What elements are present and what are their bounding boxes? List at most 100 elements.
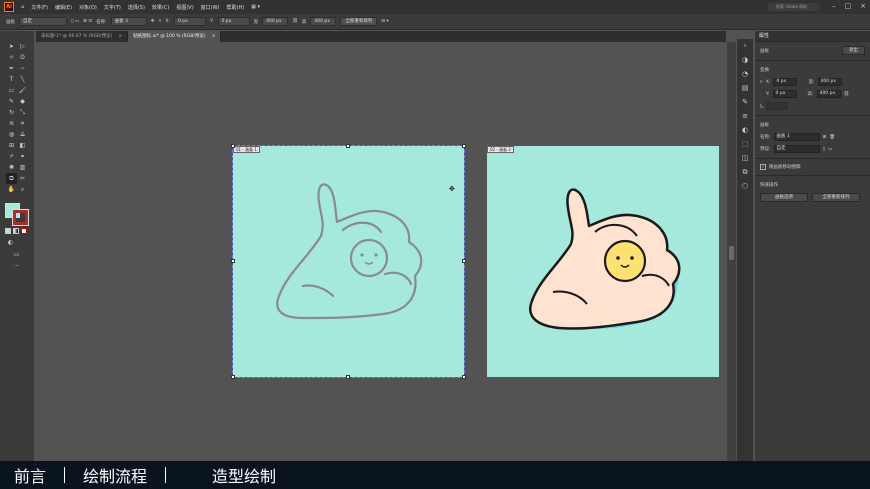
rectangle-tool-icon[interactable]: ▭	[6, 85, 17, 96]
props-preset-select[interactable]: 自定	[773, 145, 820, 153]
artboard-options-button[interactable]: 画板选项	[760, 193, 808, 202]
artboard-1[interactable]: 01 - 画板 1	[231, 144, 466, 379]
orientation-icon[interactable]: ▯ ▭	[71, 19, 79, 24]
menu-edit[interactable]: 编辑(E)	[55, 4, 72, 11]
rearrange-all-props-button[interactable]: 全部重新排列	[812, 193, 860, 202]
selection-handle[interactable]	[346, 375, 350, 379]
control-x-input[interactable]: 0 px	[173, 17, 206, 26]
menu-object[interactable]: 对象(O)	[79, 4, 97, 11]
rotate-tool-icon[interactable]: ↻	[6, 107, 17, 118]
rearrange-all-button[interactable]: 全部重新排列	[340, 17, 378, 26]
swatches-panel-icon[interactable]: ▤	[737, 81, 753, 95]
rotate-angle-icon[interactable]: ◺	[760, 104, 763, 109]
hand-tool-icon[interactable]: ✋	[6, 184, 17, 195]
chapter-drawing-process[interactable]: 绘制流程	[83, 463, 147, 487]
selection-handle[interactable]	[346, 144, 350, 148]
type-tool-icon[interactable]: T	[6, 74, 17, 85]
move-with-artboard-checkbox[interactable]: ✓	[760, 164, 766, 170]
color-panel-icon[interactable]: ◑	[737, 53, 753, 67]
stroke-panel-icon[interactable]: ≡	[737, 109, 753, 123]
artboard-1-label[interactable]: 01 - 画板 1	[233, 146, 260, 153]
constrain-proportions-icon[interactable]: ⛓	[844, 92, 850, 97]
menu-type[interactable]: 文字(T)	[104, 4, 121, 11]
control-w-input[interactable]: 400 px	[262, 17, 289, 26]
landscape-icon[interactable]: ▭	[828, 147, 832, 152]
fill-stroke-swatch[interactable]	[5, 203, 29, 226]
tab-document-2[interactable]: 贴纸图标.ai* @ 100 % (RGB/预览) ×	[128, 31, 222, 42]
help-search-input[interactable]: 搜索 Adobe 帮助	[768, 3, 820, 11]
menu-help[interactable]: 帮助(H)	[227, 4, 245, 11]
close-tab-icon[interactable]: ×	[118, 34, 122, 39]
selection-handle[interactable]	[231, 144, 235, 148]
artboard-tool-icon[interactable]: ⧉	[6, 173, 17, 184]
slice-tool-icon[interactable]: ✂	[17, 173, 28, 184]
menu-file[interactable]: 文件(F)	[31, 4, 48, 11]
menu-select[interactable]: 选择(S)	[128, 4, 145, 11]
shaper-tool-icon[interactable]: ✎	[6, 96, 17, 107]
magic-wand-tool-icon[interactable]: ✧	[6, 52, 17, 63]
draw-mode-icon[interactable]: ◐	[5, 237, 16, 248]
vertical-scrollbar[interactable]	[727, 42, 736, 461]
menu-view[interactable]: 视图(V)	[176, 4, 193, 11]
canvas-area[interactable]: 01 - 画板 1 ✥ 02 - 画板 2	[36, 42, 726, 461]
maximize-icon[interactable]: □	[845, 2, 852, 10]
stroke-swatch[interactable]	[12, 209, 29, 226]
collapse-icon[interactable]: «	[737, 39, 753, 53]
color-guide-icon[interactable]: ◔	[737, 67, 753, 81]
preset-select[interactable]: 自定	[19, 17, 67, 26]
color-mode-icon[interactable]	[5, 228, 11, 234]
control-y-input[interactable]: 0 px	[217, 17, 250, 26]
menu-window[interactable]: 窗口(W)	[201, 4, 220, 11]
warp-tool-icon[interactable]: ≋	[6, 118, 17, 129]
direct-selection-tool-icon[interactable]: ▷	[17, 41, 28, 52]
links-panel-icon[interactable]: ⧉	[737, 165, 753, 179]
gradient-mode-icon[interactable]	[13, 228, 19, 234]
artboard-name-input[interactable]: 画板 3	[110, 17, 147, 26]
tab-document-1[interactable]: 未标题-1* @ 66.67 % (RGB/预览) ×	[36, 31, 129, 42]
selection-handle[interactable]	[231, 375, 235, 379]
menu-effect[interactable]: 效果(C)	[152, 4, 169, 11]
shape-builder-tool-icon[interactable]: ◍	[6, 129, 17, 140]
symbol-sprayer-tool-icon[interactable]: ✺	[6, 162, 17, 173]
selection-tool-icon[interactable]: ➤	[6, 41, 17, 52]
chapter-intro[interactable]: 前言	[14, 463, 46, 487]
new-artboard-icon[interactable]: ⊞	[823, 135, 827, 140]
props-x-input[interactable]: 0 px	[773, 78, 798, 86]
pen-tool-icon[interactable]: ✒	[6, 63, 17, 74]
appearance-panel-icon[interactable]: ⬚	[737, 137, 753, 151]
reference-point-icon[interactable]: ⁞⁞	[158, 19, 161, 24]
curvature-tool-icon[interactable]: ∽	[17, 63, 28, 74]
free-transform-tool-icon[interactable]: ⌗	[17, 118, 28, 129]
none-mode-icon[interactable]	[21, 228, 27, 234]
props-w-input[interactable]: 400 px	[817, 78, 842, 86]
screen-mode-icon[interactable]: ▭	[11, 249, 22, 260]
move-artwork-icon[interactable]: ✥	[151, 19, 155, 24]
new-artboard-icon[interactable]: ⊞ ⊡	[83, 19, 92, 24]
gradient-panel-icon[interactable]: ◐	[737, 123, 753, 137]
artboard-2[interactable]: 02 - 画板 2	[487, 146, 719, 377]
eraser-tool-icon[interactable]: ◆	[17, 96, 28, 107]
link-icon[interactable]: ⛓	[292, 19, 298, 24]
minimize-icon[interactable]: –	[832, 2, 836, 10]
props-artboard-name-input[interactable]: 画板 1	[773, 133, 820, 141]
props-angle-input[interactable]	[766, 102, 789, 110]
more-tools-icon[interactable]: ···	[11, 261, 22, 272]
close-icon[interactable]: ×	[860, 2, 866, 10]
selection-handle[interactable]	[462, 144, 466, 148]
properties-tab[interactable]: 属性	[755, 31, 870, 42]
artboard-2-label[interactable]: 02 - 画板 2	[487, 146, 514, 153]
selection-handle[interactable]	[462, 375, 466, 379]
close-tab-icon[interactable]: ×	[212, 34, 216, 39]
props-h-input[interactable]: 400 px	[816, 90, 841, 98]
props-y-input[interactable]: 0 px	[772, 90, 797, 98]
brushes-panel-icon[interactable]: ✎	[737, 95, 753, 109]
selection-handle[interactable]	[231, 259, 235, 263]
scale-tool-icon[interactable]: ⤡	[17, 107, 28, 118]
reference-point-icon[interactable]: ⁞⁞	[760, 80, 763, 85]
delete-artboard-icon[interactable]: 🗑	[829, 135, 835, 140]
layers-panel-icon[interactable]: ◫	[737, 151, 753, 165]
artboards-panel-icon[interactable]: ⬡	[737, 179, 753, 193]
zoom-tool-icon[interactable]: ⌕	[17, 184, 28, 195]
control-h-input[interactable]: 400 px	[310, 17, 337, 26]
paintbrush-tool-icon[interactable]: 🖌	[17, 85, 28, 96]
